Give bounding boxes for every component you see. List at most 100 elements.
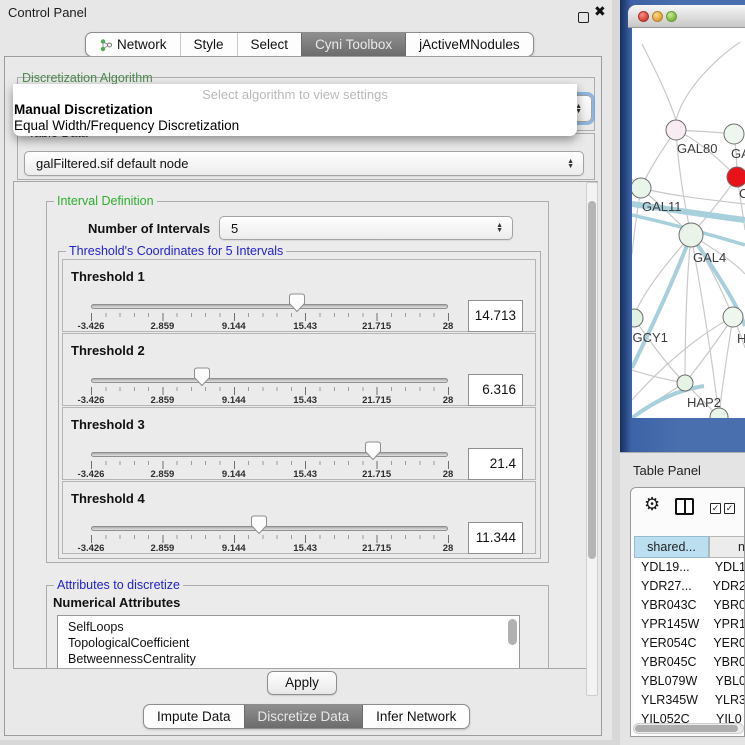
tab-infer-network[interactable]: Infer Network [362, 705, 469, 728]
tab-impute-data[interactable]: Impute Data [144, 705, 244, 728]
zoom-traffic-light[interactable] [666, 11, 677, 22]
slider-ticks [91, 313, 449, 321]
list-scrollbar-thumb[interactable] [508, 619, 517, 645]
tick-label: 15.43 [293, 469, 317, 480]
threshold-1-value-field[interactable]: 14.713 [468, 300, 523, 332]
thresholds-group-label: Threshold's Coordinates for 5 Intervals [66, 244, 286, 258]
tab-style[interactable]: Style [180, 33, 237, 56]
table-cell[interactable]: YIL052C [634, 710, 709, 723]
tick-label: 28 [443, 395, 454, 406]
slider-track[interactable] [91, 304, 448, 309]
settings-scrollbar[interactable] [586, 182, 598, 696]
column-header-name[interactable]: na [709, 536, 745, 558]
table-cell[interactable]: YDR2 [706, 577, 745, 596]
select-columns-icon[interactable]: ✓ [710, 503, 721, 514]
table-cell[interactable]: YBL079W [634, 672, 708, 691]
num-intervals-combobox[interactable]: 5 ▲▼ [219, 216, 513, 240]
table-row[interactable]: YBR045CYBR0 [634, 653, 745, 672]
network-edge[interactable] [685, 235, 691, 383]
slider-track[interactable] [91, 526, 448, 531]
threshold-3-value-field[interactable]: 21.4 [468, 448, 523, 480]
table-cell[interactable]: YER054C [634, 634, 706, 653]
table-cell[interactable]: YBR0 [706, 653, 745, 672]
popup-option-manual-discretization[interactable]: Manual Discretization [13, 102, 577, 118]
settings-gear-icon[interactable]: ⚙ [644, 495, 660, 513]
column-layout-icon[interactable] [675, 498, 694, 515]
tick-label: 9.144 [222, 395, 246, 406]
tab-discretize-data[interactable]: Discretize Data [244, 705, 363, 728]
popup-option-equal-width-frequency[interactable]: Equal Width/Frequency Discretization [13, 118, 577, 134]
slider-thumb[interactable] [365, 441, 382, 466]
table-cell[interactable]: YBR045C [634, 653, 706, 672]
tick-label: 21.715 [362, 395, 391, 406]
network-icon [99, 38, 112, 52]
tab-network[interactable]: Network [86, 33, 180, 56]
select-all-icon[interactable]: ✓ [724, 503, 735, 514]
slider-thumb[interactable] [289, 293, 306, 318]
network-edge[interactable] [676, 42, 740, 120]
apply-button[interactable]: Apply [267, 671, 337, 695]
table-row[interactable]: YBR043CYBR0 [634, 596, 745, 615]
node-label: GAL4 [693, 250, 726, 265]
table-row[interactable]: YDR27...YDR2 [634, 577, 745, 596]
table-data-combobox[interactable]: galFiltered.sif default node ▲▼ [24, 151, 584, 176]
network-node-GAL80[interactable] [666, 120, 686, 140]
network-edge[interactable] [685, 317, 733, 383]
table-row[interactable]: YLR345WYLR3 [634, 691, 745, 710]
table-cell[interactable]: YPR145W [634, 615, 706, 634]
network-edge[interactable] [719, 317, 733, 417]
tick-label: 21.715 [362, 469, 391, 480]
slider-thumb[interactable] [250, 515, 267, 540]
network-canvas[interactable]: GAL80GACGAL11GAL4GCY1HHAP2 [632, 28, 745, 418]
slider-track[interactable] [91, 452, 448, 457]
tick-label: 21.715 [362, 321, 391, 332]
scrollbar-thumb[interactable] [588, 201, 596, 559]
tab-jactivemnodules[interactable]: jActiveMNodules [405, 33, 533, 56]
network-node-GAL4[interactable] [679, 223, 703, 247]
network-node-GA[interactable] [724, 124, 744, 144]
node-label: HAP2 [687, 395, 721, 410]
settings-scrollpane: Interval Definition Number of Intervals … [13, 181, 598, 669]
network-node-HAP2[interactable] [677, 375, 693, 391]
table-cell[interactable]: YLR345W [634, 691, 708, 710]
tab-select[interactable]: Select [237, 33, 302, 56]
network-edge[interactable] [642, 44, 676, 120]
list-item[interactable]: TopologicalCoefficient [58, 635, 519, 651]
table-row[interactable]: YER054CYER0 [634, 634, 745, 653]
table-cell[interactable]: YBL0 [708, 672, 745, 691]
threshold-2-value-field[interactable]: 6.316 [468, 374, 523, 406]
table-cell[interactable]: YPR1 [706, 615, 745, 634]
threshold-4-value-field[interactable]: 11.344 [468, 522, 523, 554]
table-cell[interactable]: YDL19... [634, 558, 708, 577]
table-cell[interactable]: YBR0 [706, 596, 745, 615]
table-horizontal-scrollbar[interactable] [633, 723, 744, 734]
network-node-C[interactable] [727, 167, 745, 187]
table-cell[interactable]: YDL1 [708, 558, 745, 577]
network-node-GCY1[interactable] [632, 309, 643, 327]
table-cell[interactable]: YDR27... [634, 577, 706, 596]
table-cell[interactable]: YIL0 [709, 710, 742, 723]
close-icon[interactable]: ✖ [594, 3, 606, 20]
network-window-titlebar[interactable] [628, 5, 745, 28]
network-node-GAL11[interactable] [632, 178, 651, 198]
column-header-shared-name[interactable]: shared... [634, 536, 709, 558]
minimize-traffic-light[interactable] [652, 11, 663, 22]
tick-label: 2.859 [151, 469, 175, 480]
table-row[interactable]: YPR145WYPR1 [634, 615, 745, 634]
network-node-H[interactable] [723, 307, 743, 327]
table-cell[interactable]: YBR043C [634, 596, 706, 615]
control-panel-window: Control Panel ✖ Network Style Select Cyn… [0, 0, 612, 740]
list-item[interactable]: SelfLoops [58, 616, 519, 635]
slider-thumb[interactable] [193, 367, 210, 392]
table-cell[interactable]: YER0 [706, 634, 745, 653]
table-row[interactable]: YBL079WYBL0 [634, 672, 745, 691]
tab-cyni-toolbox[interactable]: Cyni Toolbox [301, 33, 405, 56]
table-row[interactable]: YIL052CYIL0 [634, 710, 745, 723]
table-row[interactable]: YDL19...YDL1 [634, 558, 745, 577]
float-window-icon[interactable] [578, 12, 589, 23]
slider-track[interactable] [91, 378, 448, 383]
close-traffic-light[interactable] [638, 11, 649, 22]
list-item[interactable]: BetweennessCentrality [58, 651, 519, 667]
scrollbar-thumb[interactable] [635, 725, 738, 732]
table-cell[interactable]: YLR3 [708, 691, 745, 710]
